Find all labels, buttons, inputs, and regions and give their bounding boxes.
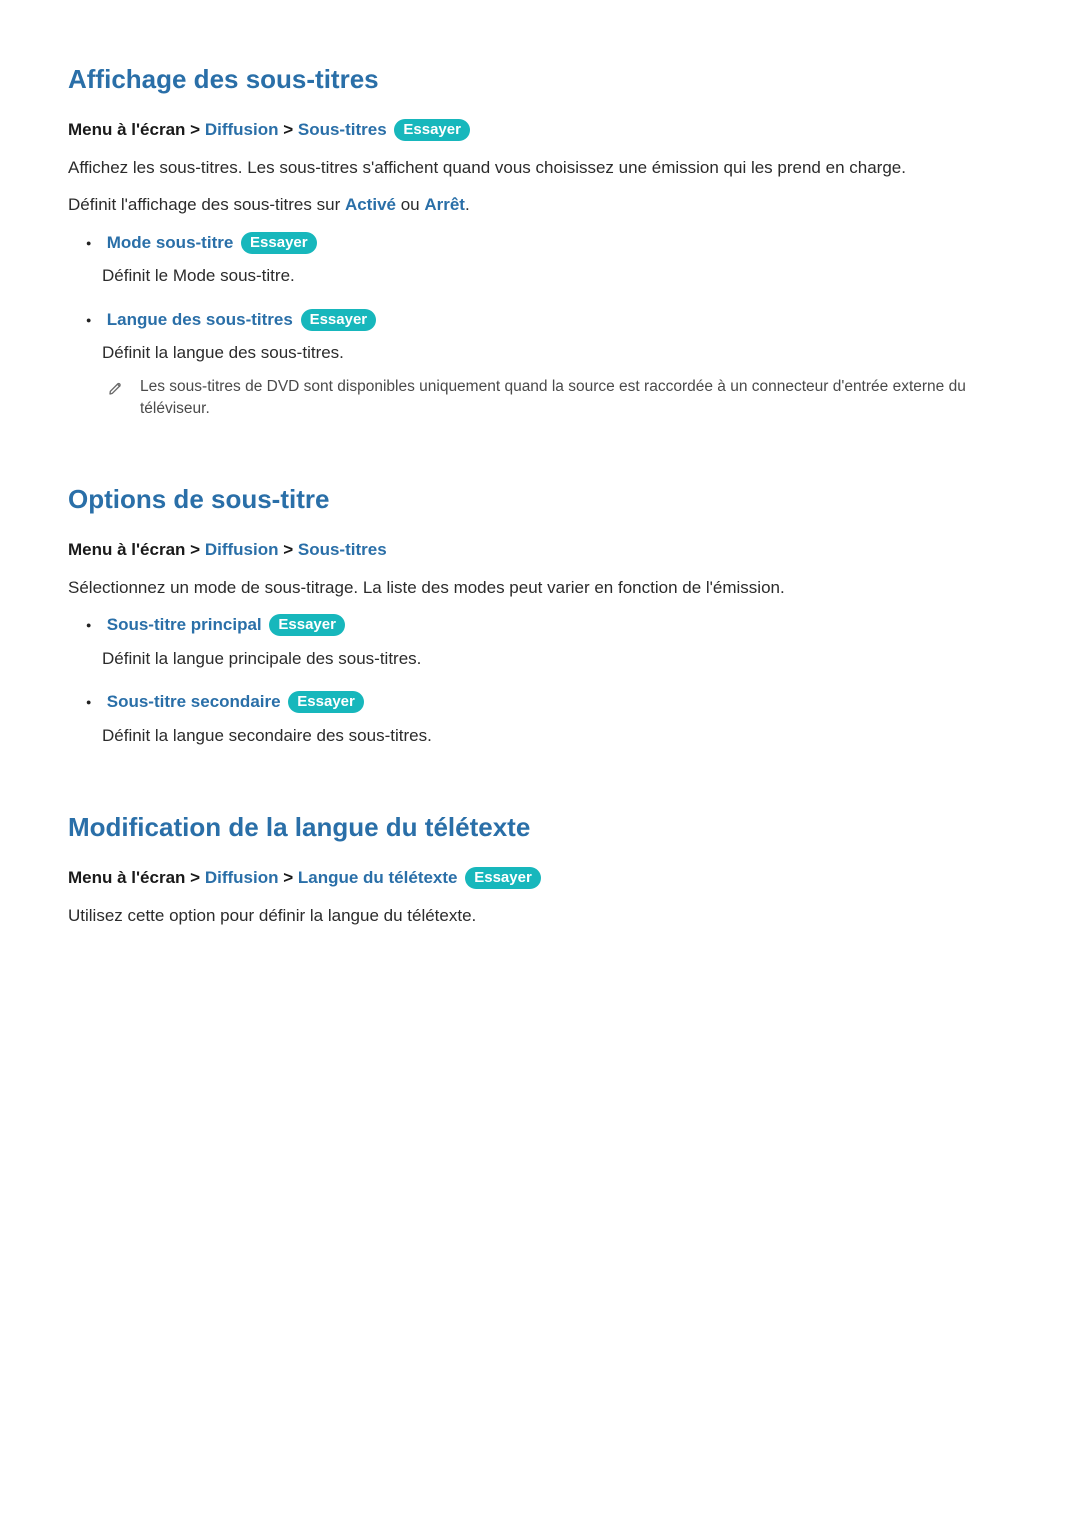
breadcrumb-sous-titres[interactable]: Sous-titres [298, 540, 387, 559]
breadcrumb-sous-titres[interactable]: Sous-titres [298, 120, 387, 139]
note-text: Les sous-titres de DVD sont disponibles … [140, 376, 1012, 421]
breadcrumb: Menu à l'écran > Diffusion > Langue du t… [68, 865, 1012, 891]
list-item: Mode sous-titre Essayer Définit le Mode … [102, 230, 1012, 289]
item-title-sous-titre-secondaire[interactable]: Sous-titre secondaire [107, 692, 281, 711]
item-header: Langue des sous-titres Essayer [102, 307, 1012, 333]
item-title-mode-sous-titre[interactable]: Mode sous-titre [107, 233, 234, 252]
item-header: Mode sous-titre Essayer [102, 230, 1012, 256]
try-button[interactable]: Essayer [269, 614, 345, 636]
item-description: Définit la langue secondaire des sous-ti… [102, 723, 1012, 749]
breadcrumb-diffusion[interactable]: Diffusion [205, 868, 279, 887]
breadcrumb-diffusion[interactable]: Diffusion [205, 120, 279, 139]
try-button[interactable]: Essayer [301, 309, 377, 331]
section-options-sous-titre: Options de sous-titre Menu à l'écran > D… [68, 480, 1012, 748]
breadcrumb-separator: > [283, 540, 298, 559]
item-description: Définit la langue des sous-titres. [102, 340, 1012, 366]
breadcrumb-separator: > [190, 540, 205, 559]
item-title-langue-sous-titres[interactable]: Langue des sous-titres [107, 310, 293, 329]
item-description: Définit le Mode sous-titre. [102, 263, 1012, 289]
breadcrumb-langue-teletexte[interactable]: Langue du télétexte [298, 868, 458, 887]
breadcrumb-separator: > [283, 868, 298, 887]
value-arret: Arrêt [424, 195, 465, 214]
paragraph: Définit l'affichage des sous-titres sur … [68, 192, 1012, 218]
list-item: Langue des sous-titres Essayer Définit l… [102, 307, 1012, 421]
pencil-note-icon [108, 378, 124, 404]
paragraph: Sélectionnez un mode de sous-titrage. La… [68, 575, 1012, 601]
breadcrumb-root: Menu à l'écran [68, 120, 185, 139]
item-header: Sous-titre secondaire Essayer [102, 689, 1012, 715]
section-title: Options de sous-titre [68, 480, 1012, 519]
note: Les sous-titres de DVD sont disponibles … [102, 376, 1012, 421]
breadcrumb-root: Menu à l'écran [68, 868, 185, 887]
section-title: Modification de la langue du télétexte [68, 808, 1012, 847]
breadcrumb-separator: > [190, 120, 205, 139]
item-header: Sous-titre principal Essayer [102, 612, 1012, 638]
try-button[interactable]: Essayer [288, 691, 364, 713]
paragraph: Utilisez cette option pour définir la la… [68, 903, 1012, 929]
item-description: Définit la langue principale des sous-ti… [102, 646, 1012, 672]
item-title-sous-titre-principal[interactable]: Sous-titre principal [107, 615, 262, 634]
section-affichage-sous-titres: Affichage des sous-titres Menu à l'écran… [68, 60, 1012, 420]
breadcrumb-root: Menu à l'écran [68, 540, 185, 559]
value-active: Activé [345, 195, 396, 214]
list-item: Sous-titre principal Essayer Définit la … [102, 612, 1012, 671]
try-button[interactable]: Essayer [465, 867, 541, 889]
breadcrumb-separator: > [190, 868, 205, 887]
breadcrumb-separator: > [283, 120, 298, 139]
breadcrumb: Menu à l'écran > Diffusion > Sous-titres [68, 537, 1012, 563]
text: . [465, 195, 470, 214]
try-button[interactable]: Essayer [241, 232, 317, 254]
section-langue-teletexte: Modification de la langue du télétexte M… [68, 808, 1012, 928]
document-page: Affichage des sous-titres Menu à l'écran… [0, 0, 1080, 1527]
breadcrumb-diffusion[interactable]: Diffusion [205, 540, 279, 559]
text: ou [396, 195, 424, 214]
section-title: Affichage des sous-titres [68, 60, 1012, 99]
breadcrumb: Menu à l'écran > Diffusion > Sous-titres… [68, 117, 1012, 143]
text: Définit l'affichage des sous-titres sur [68, 195, 345, 214]
try-button[interactable]: Essayer [394, 119, 470, 141]
list-item: Sous-titre secondaire Essayer Définit la… [102, 689, 1012, 748]
item-list: Sous-titre principal Essayer Définit la … [68, 612, 1012, 748]
paragraph: Affichez les sous-titres. Les sous-titre… [68, 155, 1012, 181]
item-list: Mode sous-titre Essayer Définit le Mode … [68, 230, 1012, 421]
